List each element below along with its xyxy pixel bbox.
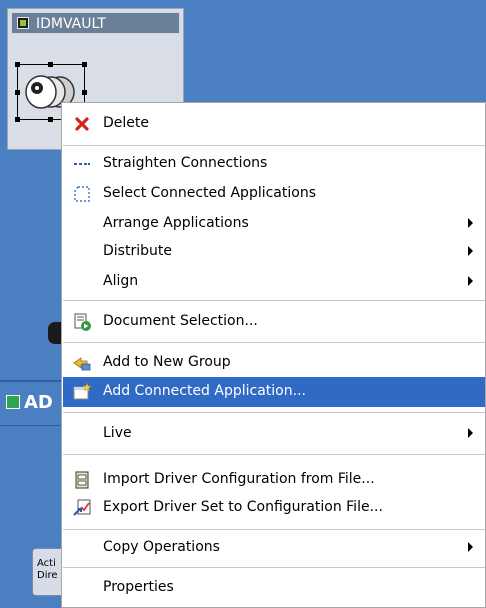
canvas-divider-2 (0, 425, 70, 426)
menu-item-document-selection[interactable]: Document Selection... (63, 307, 485, 337)
delete-icon (75, 117, 89, 131)
straighten-connections-icon (74, 163, 90, 165)
select-connected-icon (74, 186, 90, 202)
resize-handle-tl[interactable] (15, 62, 20, 67)
ad-driver-label[interactable]: AD (0, 388, 68, 418)
export-config-icon (73, 499, 91, 516)
submenu-arrow-icon (468, 276, 473, 286)
menu-item-properties[interactable]: Properties (63, 573, 485, 603)
menu-item-straighten-connections[interactable]: Straighten Connections (63, 149, 485, 179)
menu-separator (63, 145, 485, 146)
context-menu: Delete Straighten Connections Select Con… (61, 102, 486, 608)
menu-item-copy-operations[interactable]: Copy Operations (63, 533, 485, 563)
menu-item-live[interactable]: Live (63, 419, 485, 449)
menu-item-delete[interactable]: Delete (63, 109, 485, 139)
vault-title-bar: IDMVAULT (11, 12, 180, 34)
resize-handle-tr[interactable] (82, 62, 87, 67)
menu-item-distribute[interactable]: Distribute (63, 237, 485, 267)
canvas-divider (0, 380, 70, 382)
menu-item-align[interactable]: Align (63, 267, 485, 297)
vault-title: IDMVAULT (36, 16, 106, 32)
add-connected-app-icon (73, 383, 91, 400)
resize-handle-bl[interactable] (15, 117, 20, 122)
document-selection-icon (74, 313, 91, 331)
submenu-arrow-icon (468, 542, 473, 552)
menu-separator (63, 412, 485, 413)
menu-item-add-to-new-group[interactable]: Add to New Group (63, 348, 485, 378)
menu-item-select-connected[interactable]: Select Connected Applications (63, 179, 485, 209)
submenu-arrow-icon (468, 218, 473, 228)
vault-icon (17, 17, 29, 29)
add-to-group-icon (73, 357, 91, 371)
menu-separator (63, 529, 485, 530)
menu-item-add-connected-application[interactable]: Add Connected Application... (63, 377, 485, 407)
resize-handle-mr[interactable] (82, 90, 87, 95)
submenu-arrow-icon (468, 246, 473, 256)
menu-separator (63, 567, 485, 568)
menu-separator (63, 342, 485, 343)
menu-item-arrange-applications[interactable]: Arrange Applications (63, 209, 485, 239)
resize-handle-bm[interactable] (48, 117, 53, 122)
menu-separator (63, 300, 485, 301)
submenu-arrow-icon (468, 428, 473, 438)
resize-handle-ml[interactable] (15, 90, 20, 95)
menu-separator (63, 454, 485, 455)
ad-icon (6, 395, 20, 409)
menu-item-import-driver-config[interactable]: Import Driver Configuration from File... (63, 465, 485, 495)
menu-item-export-driver-set[interactable]: Export Driver Set to Configuration File.… (63, 493, 485, 523)
import-config-icon (75, 471, 89, 489)
resize-handle-tm[interactable] (48, 62, 53, 67)
small-node-icon[interactable] (48, 322, 62, 344)
